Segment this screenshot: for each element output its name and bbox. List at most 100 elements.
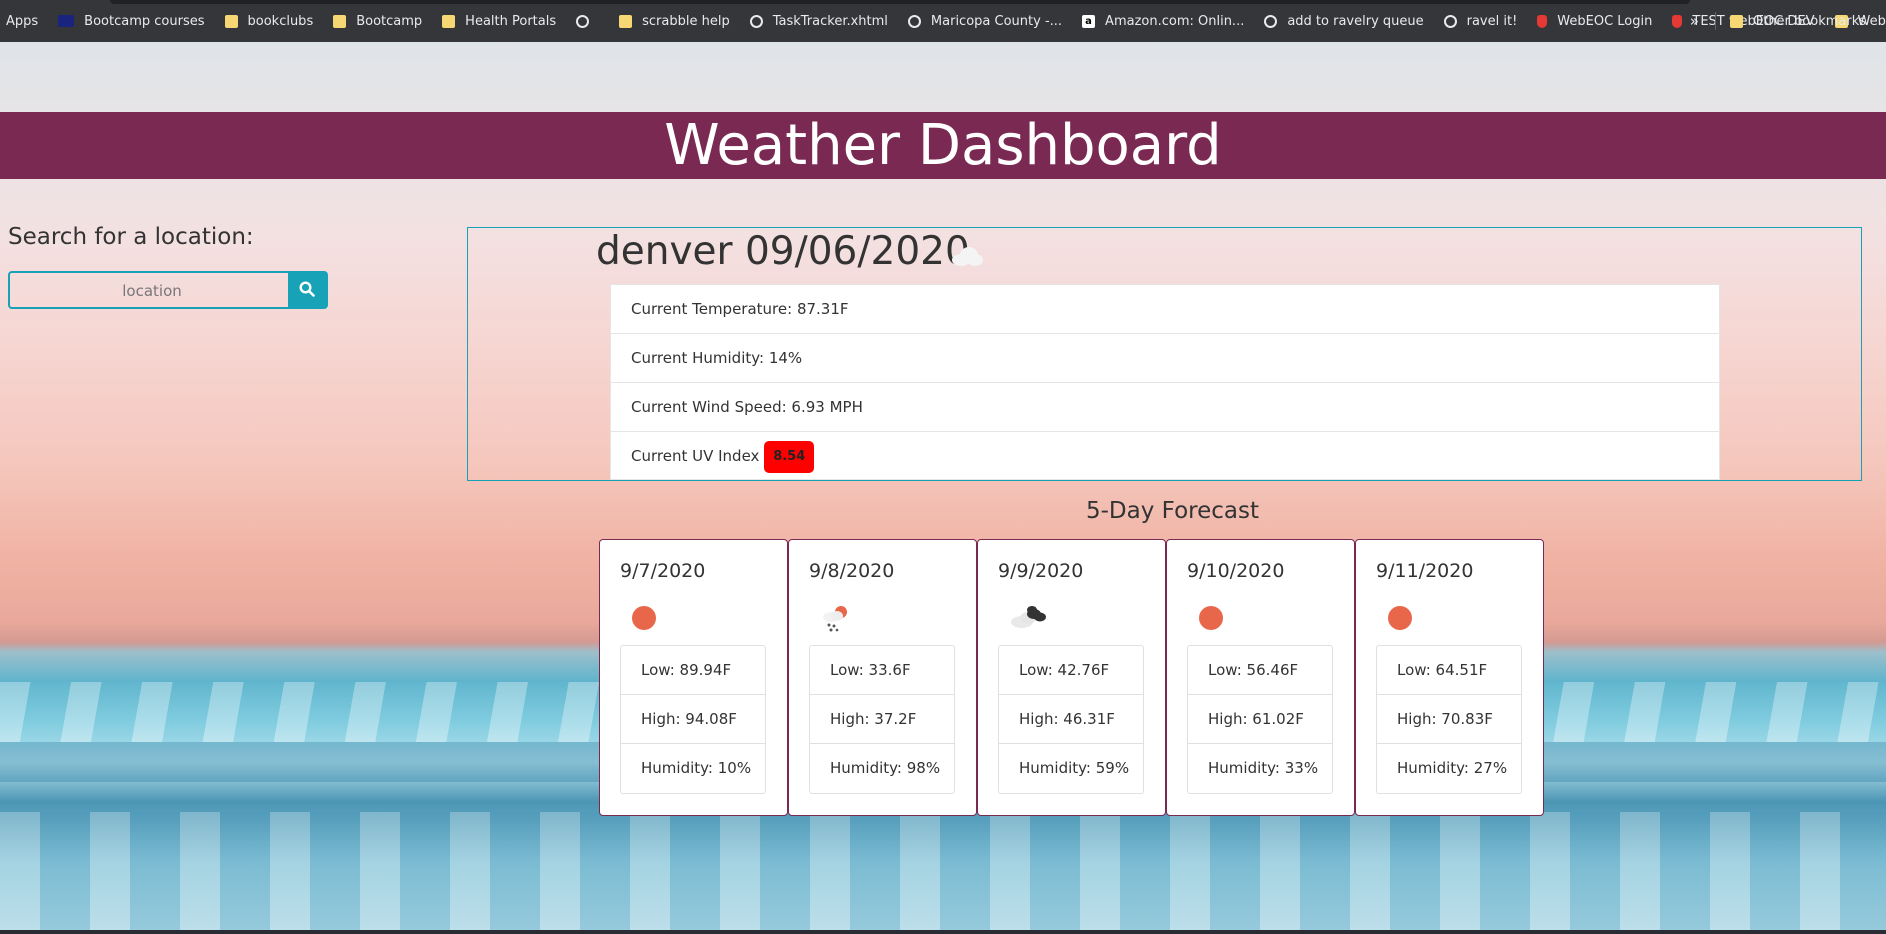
sun-icon [1199,606,1223,630]
current-humidity: Current Humidity: 14% [611,334,1719,383]
cloudy-icon [1011,606,1046,628]
bootcamp-logo-icon [58,15,75,27]
folder-icon [224,14,238,28]
forecast-date: 9/9/2020 [998,560,1084,582]
page-background: Weather Dashboard Search for a location:… [0,42,1886,930]
bookmark-webeoc-login[interactable]: WebEOC Login [1537,14,1652,29]
webeoc-icon [1672,14,1683,28]
globe-icon [1264,14,1278,28]
forecast-card: 9/10/2020 Low: 56.46F High: 61.02F Humid… [1166,539,1355,816]
forecast-high: High: 70.83F [1377,695,1521,744]
forecast-low: Low: 33.6F [810,646,954,695]
bookmark-globe[interactable] [576,14,599,28]
forecast-high: High: 46.31F [999,695,1143,744]
folder-icon [619,14,633,28]
bookmark-bootcamp[interactable]: Bootcamp [333,14,422,29]
bookmark-label: bookclubs [247,13,314,29]
current-wind-speed: Current Wind Speed: 6.93 MPH [611,383,1719,432]
forecast-high: High: 61.02F [1188,695,1332,744]
bookmark-label: ravel it! [1466,13,1518,29]
forecast-card: 9/9/2020 Low: 42.76F High: 46.31F Humidi… [977,539,1166,816]
forecast-cards: 9/7/2020 Low: 89.94F High: 94.08F Humidi… [599,539,1544,816]
bookmark-label: scrabble help [642,13,730,29]
forecast-date: 9/10/2020 [1187,560,1285,582]
forecast-title: 5-Day Forecast [1086,498,1259,524]
bookmark-tasktracker[interactable]: TaskTracker.xhtml [749,13,888,29]
tab-strip-edge [110,0,1690,4]
divider [1714,12,1716,30]
forecast-humidity: Humidity: 59% [1019,759,1130,777]
bookmarks-bar: Apps Bootcamp courses bookclubs Bootcamp… [0,0,1886,42]
bookmark-label: Bootcamp [356,13,423,29]
forecast-date: 9/7/2020 [620,560,706,582]
search-icon [299,281,315,297]
forecast-date: 9/11/2020 [1376,560,1474,582]
globe-icon [576,14,590,28]
window-bottom-edge [0,930,1886,934]
bookmark-label: Maricopa County -... [930,13,1063,29]
forecast-card: 9/8/2020 Low: 33.6F High: 37.2F Humidity… [788,539,977,816]
bookmark-bookclubs[interactable]: bookclubs [224,13,314,29]
bookmark-label: Amazon.com: Onlin... [1105,13,1245,29]
bookmark-bootcamp-courses[interactable]: Bootcamp courses [58,13,205,29]
forecast-card: 9/11/2020 Low: 64.51F High: 70.83F Humid… [1355,539,1544,816]
bookmark-ravelry-queue[interactable]: add to ravelry queue [1264,13,1424,29]
bookmark-health-portals[interactable]: Health Portals [442,14,556,29]
snow-sun-icon [823,606,847,632]
forecast-humidity: Humidity: 33% [1208,759,1319,777]
bookmark-scrabble-help[interactable]: scrabble help [619,14,730,29]
bookmark-label: Bootcamp courses [84,13,205,29]
bookmark-label: WebEOC Login [1557,13,1653,29]
search-input[interactable]: location [8,271,296,309]
ocean-wave [0,812,1886,930]
bookmark-label: Other bookmarks [1752,13,1866,29]
folder-icon [442,14,456,28]
bookmark-ravel-it[interactable]: ravel it! [1443,13,1518,29]
forecast-card: 9/7/2020 Low: 89.94F High: 94.08F Humidi… [599,539,788,816]
forecast-high: High: 37.2F [810,695,954,744]
current-uv-index: Current UV Index 8.54 [611,432,1719,479]
forecast-low: Low: 42.76F [999,646,1143,695]
current-temperature: Current Temperature: 87.31F [611,285,1719,334]
globe-icon [749,14,763,28]
forecast-details: Low: 56.46F High: 61.02F Humidity: 33% [1187,645,1333,794]
bookmark-label: add to ravelry queue [1287,13,1424,29]
current-conditions-list: Current Temperature: 87.31F Current Humi… [610,284,1720,480]
city-date-title: denver 09/06/2020 [596,229,970,274]
webeoc-icon [1537,14,1548,28]
forecast-humidity: Humidity: 10% [641,759,752,777]
forecast-low: Low: 64.51F [1377,646,1521,695]
forecast-details: Low: 33.6F High: 37.2F Humidity: 98% [809,645,955,794]
forecast-low: Low: 56.46F [1188,646,1332,695]
globe-icon [907,14,921,28]
bookmarks-right: » Other bookmarks [1690,12,1866,30]
forecast-details: Low: 64.51F High: 70.83F Humidity: 27% [1376,645,1522,794]
forecast-high: High: 94.08F [621,695,765,744]
bookmarks-overflow-button[interactable]: » [1690,12,1699,30]
forecast-low: Low: 89.94F [621,646,765,695]
apps-shortcut[interactable]: Apps [6,14,38,29]
page-title: Weather Dashboard [664,113,1222,178]
sun-icon [632,606,656,630]
bookmark-amazon[interactable]: a Amazon.com: Onlin... [1082,14,1244,29]
cloud-icon [952,247,983,266]
forecast-details: Low: 42.76F High: 46.31F Humidity: 59% [998,645,1144,794]
search-button[interactable] [288,271,328,309]
search-label: Search for a location: [8,224,254,250]
globe-icon [1443,14,1457,28]
folder-icon [1729,14,1743,28]
uv-label: Current UV Index [631,447,760,465]
uv-badge: 8.54 [764,440,815,473]
sun-icon [1388,606,1412,630]
page-header: Weather Dashboard [0,112,1886,179]
forecast-humidity: Humidity: 27% [1397,759,1508,777]
other-bookmarks[interactable]: Other bookmarks [1729,13,1866,29]
bookmark-label: TaskTracker.xhtml [772,13,888,29]
amazon-icon: a [1082,14,1096,28]
bookmark-maricopa-county[interactable]: Maricopa County -... [907,13,1063,29]
forecast-details: Low: 89.94F High: 94.08F Humidity: 10% [620,645,766,794]
forecast-date: 9/8/2020 [809,560,895,582]
folder-icon [333,14,347,28]
forecast-humidity: Humidity: 98% [830,759,941,777]
bookmark-label: Health Portals [465,13,557,29]
